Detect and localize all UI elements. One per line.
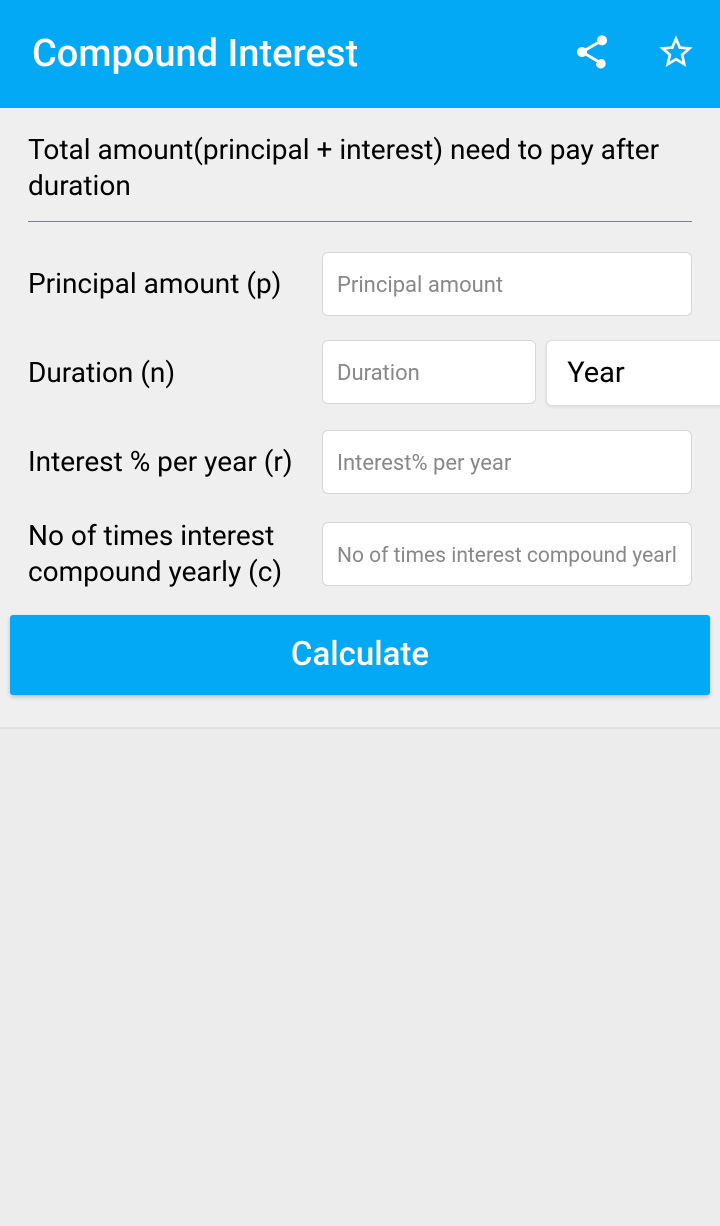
compound-label: No of times interest compound yearly (c) — [28, 518, 308, 591]
duration-unit-select[interactable]: Year — [546, 340, 720, 406]
header-actions — [572, 32, 696, 76]
share-icon[interactable] — [572, 32, 612, 76]
divider — [28, 221, 692, 222]
calculate-button[interactable]: Calculate — [10, 615, 710, 695]
spacer — [28, 695, 692, 727]
interest-input[interactable] — [322, 430, 692, 494]
interest-row: Interest % per year (r) — [28, 430, 692, 494]
form-description: Total amount(principal + interest) need … — [28, 132, 692, 205]
duration-input[interactable] — [322, 340, 536, 404]
compound-row: No of times interest compound yearly (c) — [28, 518, 692, 591]
principal-row: Principal amount (p) — [28, 252, 692, 316]
page-title: Compound Interest — [32, 32, 572, 76]
app-header: Compound Interest — [0, 0, 720, 108]
calculate-button-label: Calculate — [291, 635, 429, 674]
star-icon[interactable] — [656, 32, 696, 76]
duration-unit-value: Year — [567, 356, 624, 390]
compound-input[interactable] — [322, 522, 692, 586]
interest-label: Interest % per year (r) — [28, 444, 308, 480]
principal-label: Principal amount (p) — [28, 266, 308, 302]
duration-row: Duration (n) Year — [28, 340, 692, 406]
duration-label: Duration (n) — [28, 355, 308, 391]
principal-input[interactable] — [322, 252, 692, 316]
duration-inputs: Year — [322, 340, 720, 406]
form-content: Total amount(principal + interest) need … — [0, 108, 720, 729]
